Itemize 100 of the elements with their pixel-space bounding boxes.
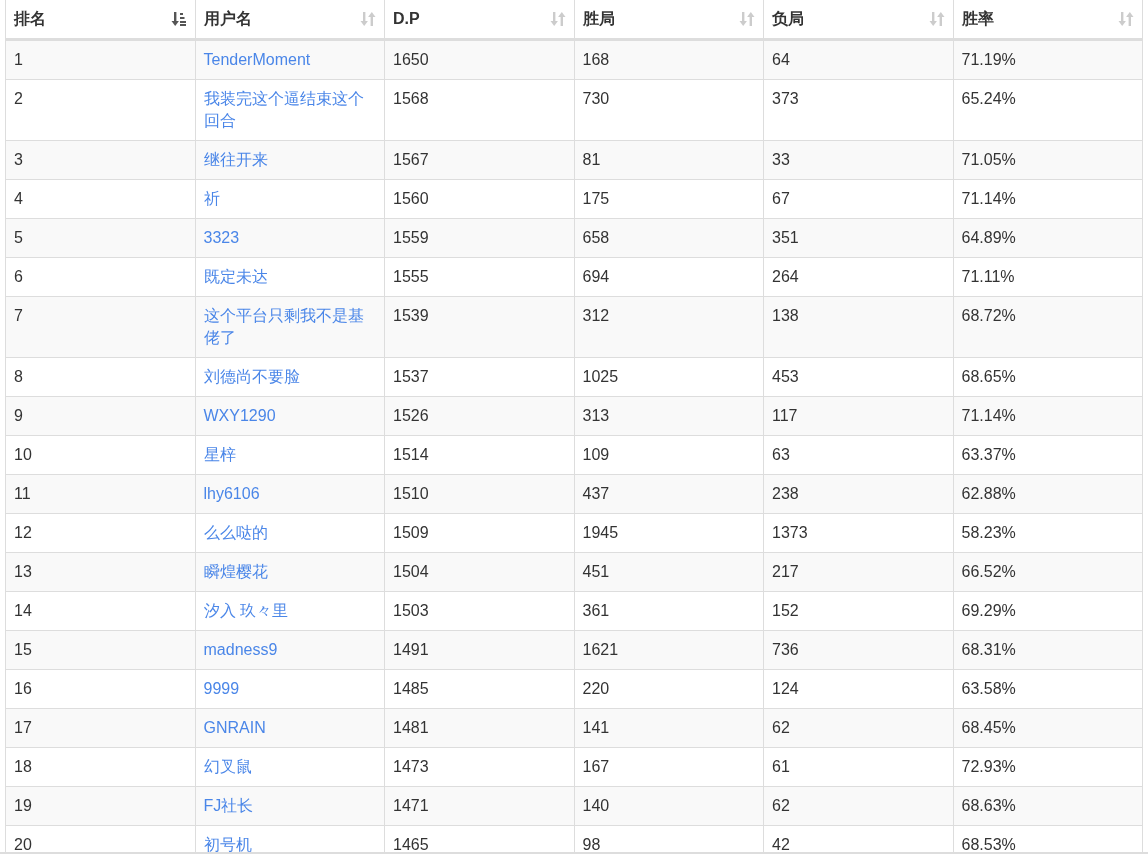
- table-cell: 10: [14, 446, 32, 463]
- table-cell: 1025: [582, 368, 619, 385]
- table-cell: 451: [582, 563, 610, 580]
- table-cell: 1504: [393, 563, 429, 580]
- table-cell: 71.19%: [961, 51, 1016, 68]
- table-cell: 18: [14, 758, 32, 775]
- table-cell: 124: [772, 680, 799, 697]
- column-label: 胜率: [961, 9, 994, 29]
- table-cell: 1481: [393, 719, 429, 736]
- table-cell: 71.14%: [961, 407, 1016, 424]
- sort-icon[interactable]: [549, 11, 566, 27]
- table-cell: 63.37%: [961, 446, 1016, 463]
- table-cell: 71.05%: [961, 151, 1016, 168]
- table-cell: 175: [582, 190, 610, 207]
- table-cell: 138: [772, 307, 799, 324]
- table-cell: 7: [14, 307, 23, 324]
- table-cell: 3: [14, 151, 23, 168]
- table-cell: 19: [14, 797, 32, 814]
- table-cell: 12: [14, 524, 32, 541]
- table-cell: 1509: [393, 524, 429, 541]
- column-label: 排名: [14, 9, 46, 29]
- table-cell: 312: [582, 307, 610, 324]
- table-cell: 68.53%: [961, 836, 1016, 852]
- table-cell: 8: [14, 368, 23, 385]
- table-cell: 98: [582, 836, 601, 852]
- table-cell: 109: [582, 446, 610, 463]
- table-cell: 1503: [393, 602, 429, 619]
- table-cell: 72.93%: [961, 758, 1016, 775]
- table-cell: 4: [14, 190, 23, 207]
- table-cell: 65.24%: [961, 90, 1016, 107]
- table-cell: 453: [772, 368, 799, 385]
- table-cell: 1471: [393, 797, 429, 814]
- table-cell: 14: [14, 602, 32, 619]
- table-cell: 67: [772, 190, 790, 207]
- table-cell: 351: [772, 229, 799, 246]
- table-cell: 1: [14, 51, 23, 68]
- table-cell: 62.88%: [961, 485, 1016, 502]
- table-cell: 68.63%: [961, 797, 1016, 814]
- table-cell: 694: [582, 268, 610, 285]
- table-cell: 9: [14, 407, 23, 424]
- table-cell: 11: [14, 485, 31, 502]
- table-cell: 313: [582, 407, 610, 424]
- table-cell: 1491: [393, 641, 429, 658]
- table-cell: 2: [14, 90, 23, 107]
- table-cell: 1510: [393, 485, 429, 502]
- table-cell: 736: [772, 641, 799, 658]
- table-cell: 68.31%: [961, 641, 1016, 658]
- table-cell: 81: [582, 151, 601, 168]
- table-cell: 16: [14, 680, 32, 697]
- table-cell: 66.52%: [961, 563, 1016, 580]
- table-cell: 437: [582, 485, 610, 502]
- table-cell: 20: [14, 836, 32, 852]
- table-cell: 63: [772, 446, 790, 463]
- table-cell: 1568: [393, 90, 429, 107]
- table-cell: 68.72%: [961, 307, 1016, 324]
- table-cell: 58.23%: [961, 524, 1016, 541]
- table-cell: 658: [582, 229, 610, 246]
- table-cell: 5: [14, 229, 23, 246]
- table-cell: 1473: [393, 758, 429, 775]
- table-cell: 1567: [393, 151, 429, 168]
- table-cell: 62: [772, 797, 790, 814]
- table-cell: 62: [772, 719, 790, 736]
- table-cell: 1945: [582, 524, 619, 541]
- table-cell: 264: [772, 268, 799, 285]
- table-cell: 1560: [393, 190, 429, 207]
- table-cell: 15: [14, 641, 32, 658]
- sort-descending-icon[interactable]: [170, 11, 187, 27]
- table-cell: 64: [772, 51, 790, 68]
- sort-icon[interactable]: [739, 11, 755, 27]
- table-cell: 63.58%: [961, 680, 1016, 697]
- table-cell: 1373: [772, 524, 808, 541]
- table-cell: 64.89%: [961, 229, 1016, 246]
- table-cell: 69.29%: [961, 602, 1016, 619]
- table-cell: 71.14%: [961, 190, 1016, 207]
- sort-icon[interactable]: [360, 11, 376, 27]
- table-cell: 13: [14, 563, 32, 580]
- table-cell: 1555: [393, 268, 429, 285]
- column-label: 胜局: [582, 9, 615, 29]
- table-cell: 238: [772, 485, 799, 502]
- table-cell: 140: [582, 797, 610, 814]
- table-cell: 1485: [393, 680, 429, 697]
- table-cell: 42: [772, 836, 790, 852]
- table-cell: 1526: [393, 407, 429, 424]
- table-cell: 17: [14, 719, 32, 736]
- table-cell: 141: [582, 719, 610, 736]
- table-cell: 71.11%: [961, 268, 1015, 285]
- table-cell: 1539: [393, 307, 429, 324]
- table-cell: 168: [582, 51, 610, 68]
- table-cell: 167: [582, 758, 610, 775]
- table-cell: 1465: [393, 836, 429, 852]
- column-label: D.P: [393, 9, 420, 29]
- table-cell: 217: [772, 563, 799, 580]
- sort-icon[interactable]: [1118, 11, 1134, 27]
- table-cell: 152: [772, 602, 799, 619]
- column-label: 用户名: [203, 9, 252, 29]
- table-cell: 117: [772, 407, 798, 424]
- table-cell: 1621: [582, 641, 619, 658]
- table-cell: 33: [772, 151, 790, 168]
- table-cell: 6: [14, 268, 23, 285]
- sort-icon[interactable]: [928, 11, 945, 27]
